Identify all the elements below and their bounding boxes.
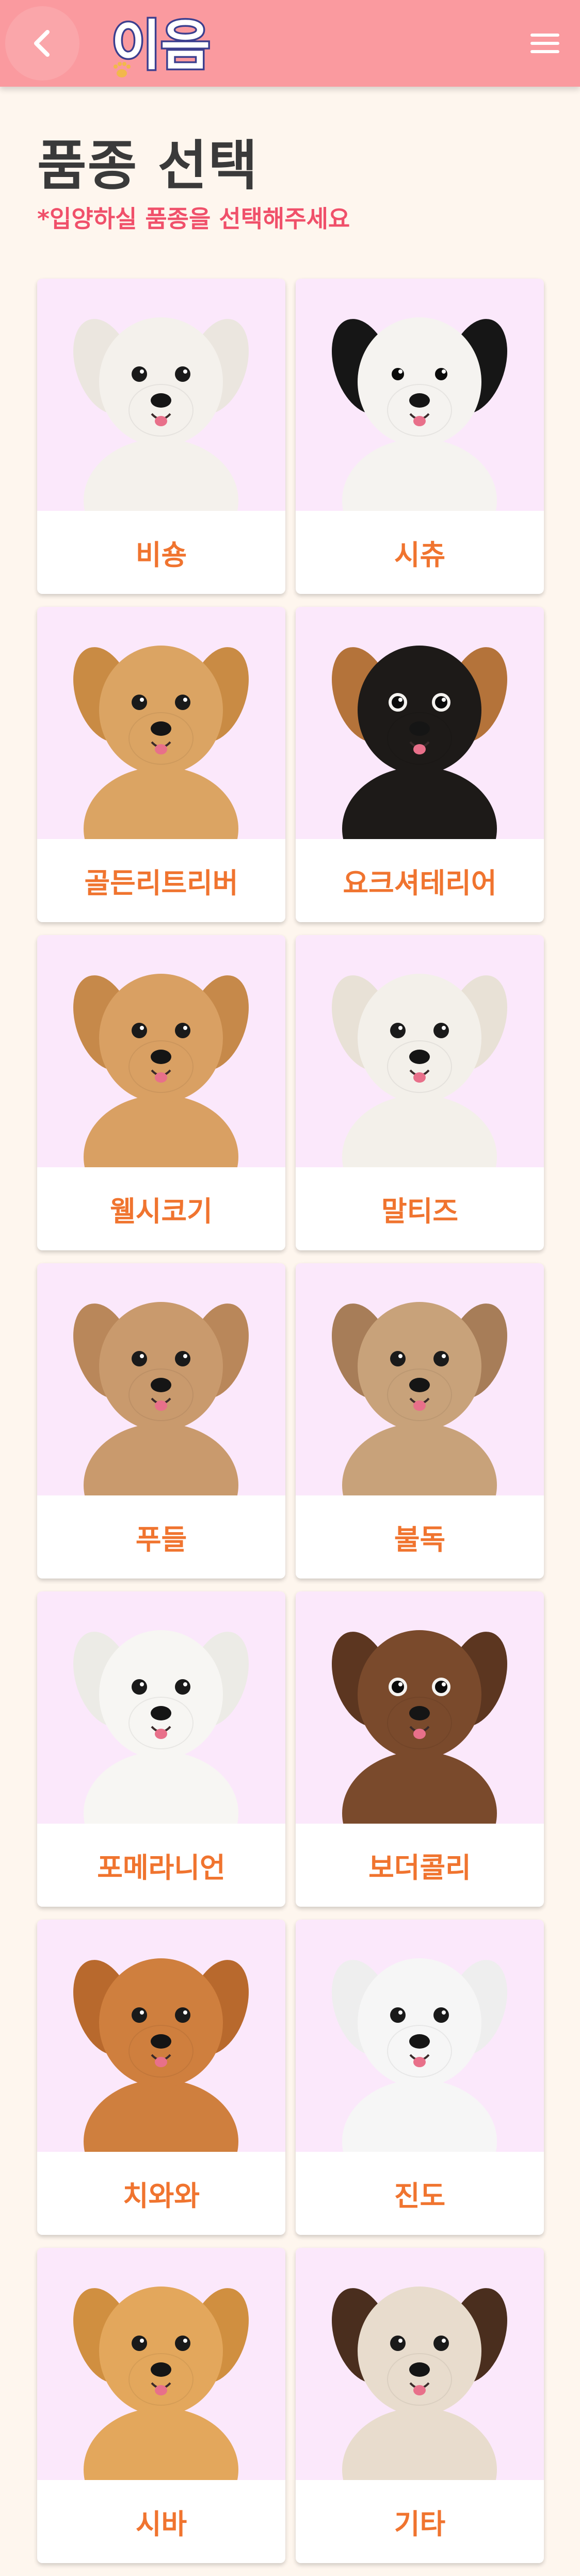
app-header: 이음 bbox=[0, 0, 580, 87]
chevron-left-icon bbox=[34, 30, 50, 57]
breed-photo bbox=[296, 2248, 544, 2480]
dog-illustration bbox=[332, 1958, 507, 2152]
breed-card[interactable]: 웰시코기 bbox=[37, 935, 285, 1250]
breed-photo bbox=[37, 1591, 285, 1824]
breed-photo bbox=[296, 607, 544, 839]
breed-label: 푸들 bbox=[135, 1523, 187, 1556]
breed-card[interactable]: 시바 bbox=[37, 2248, 285, 2563]
breed-label: 보더콜리 bbox=[368, 1852, 471, 1884]
breed-photo bbox=[37, 2248, 285, 2480]
hamburger-menu-icon bbox=[530, 34, 559, 53]
breed-label: 치와와 bbox=[122, 2180, 200, 2212]
breed-label: 골든리트리버 bbox=[84, 867, 238, 899]
breed-photo bbox=[296, 1920, 544, 2152]
breed-card[interactable]: 포메라니언 bbox=[37, 1591, 285, 1907]
breed-label: 불독 bbox=[394, 1523, 446, 1556]
logo-text: 이음 bbox=[111, 14, 210, 77]
breed-photo bbox=[37, 607, 285, 839]
dog-illustration bbox=[332, 2287, 507, 2480]
dog-illustration bbox=[73, 646, 249, 839]
page-subtitle: *입양하실 품종을 선택해주세요 bbox=[37, 205, 350, 233]
breed-card[interactable]: 치와와 bbox=[37, 1920, 285, 2235]
dog-illustration bbox=[332, 646, 507, 839]
dog-illustration bbox=[332, 1302, 507, 1495]
breed-card[interactable]: 말티즈 bbox=[296, 935, 544, 1250]
breed-label: 시츄 bbox=[394, 539, 446, 571]
breed-card[interactable]: 보더콜리 bbox=[296, 1591, 544, 1907]
dog-illustration bbox=[73, 2287, 249, 2480]
breed-photo bbox=[37, 1263, 285, 1495]
breed-card[interactable]: 비숑 bbox=[37, 279, 285, 594]
breed-label: 포메라니언 bbox=[97, 1852, 225, 1884]
breed-label: 요크셔테리어 bbox=[343, 867, 497, 899]
breed-label: 웰시코기 bbox=[110, 1195, 213, 1228]
breed-card[interactable]: 기타 bbox=[296, 2248, 544, 2563]
breed-card[interactable]: 불독 bbox=[296, 1263, 544, 1579]
breed-card[interactable]: 푸들 bbox=[37, 1263, 285, 1579]
breed-card[interactable]: 진도 bbox=[296, 1920, 544, 2235]
breed-label: 시바 bbox=[135, 2508, 187, 2540]
dog-illustration bbox=[73, 1958, 249, 2152]
back-button[interactable] bbox=[5, 6, 79, 81]
breed-photo bbox=[37, 935, 285, 1167]
breed-card[interactable]: 골든리트리버 bbox=[37, 607, 285, 922]
breed-label: 비숑 bbox=[135, 539, 187, 571]
breed-photo bbox=[296, 1591, 544, 1824]
breed-card[interactable]: 요크셔테리어 bbox=[296, 607, 544, 922]
breed-card[interactable]: 시츄 bbox=[296, 279, 544, 594]
app-logo[interactable]: 이음 bbox=[106, 6, 220, 84]
dog-illustration bbox=[73, 974, 249, 1167]
dog-illustration bbox=[73, 317, 249, 511]
dog-illustration bbox=[332, 974, 507, 1167]
dog-illustration bbox=[332, 317, 507, 511]
dog-illustration bbox=[73, 1630, 249, 1824]
breed-photo bbox=[296, 279, 544, 511]
breed-photo bbox=[37, 1920, 285, 2152]
dog-illustration bbox=[332, 1630, 507, 1824]
menu-button[interactable] bbox=[522, 21, 568, 66]
breed-label: 기타 bbox=[394, 2508, 446, 2540]
breed-photo bbox=[296, 935, 544, 1167]
page-title: 품종 선택 bbox=[37, 134, 259, 197]
breed-photo bbox=[37, 279, 285, 511]
logo-graphic: 이음 bbox=[110, 12, 212, 79]
breed-photo bbox=[296, 1263, 544, 1495]
breed-label: 진도 bbox=[394, 2180, 446, 2212]
breed-label: 말티즈 bbox=[381, 1195, 459, 1228]
dog-illustration bbox=[73, 1302, 249, 1495]
